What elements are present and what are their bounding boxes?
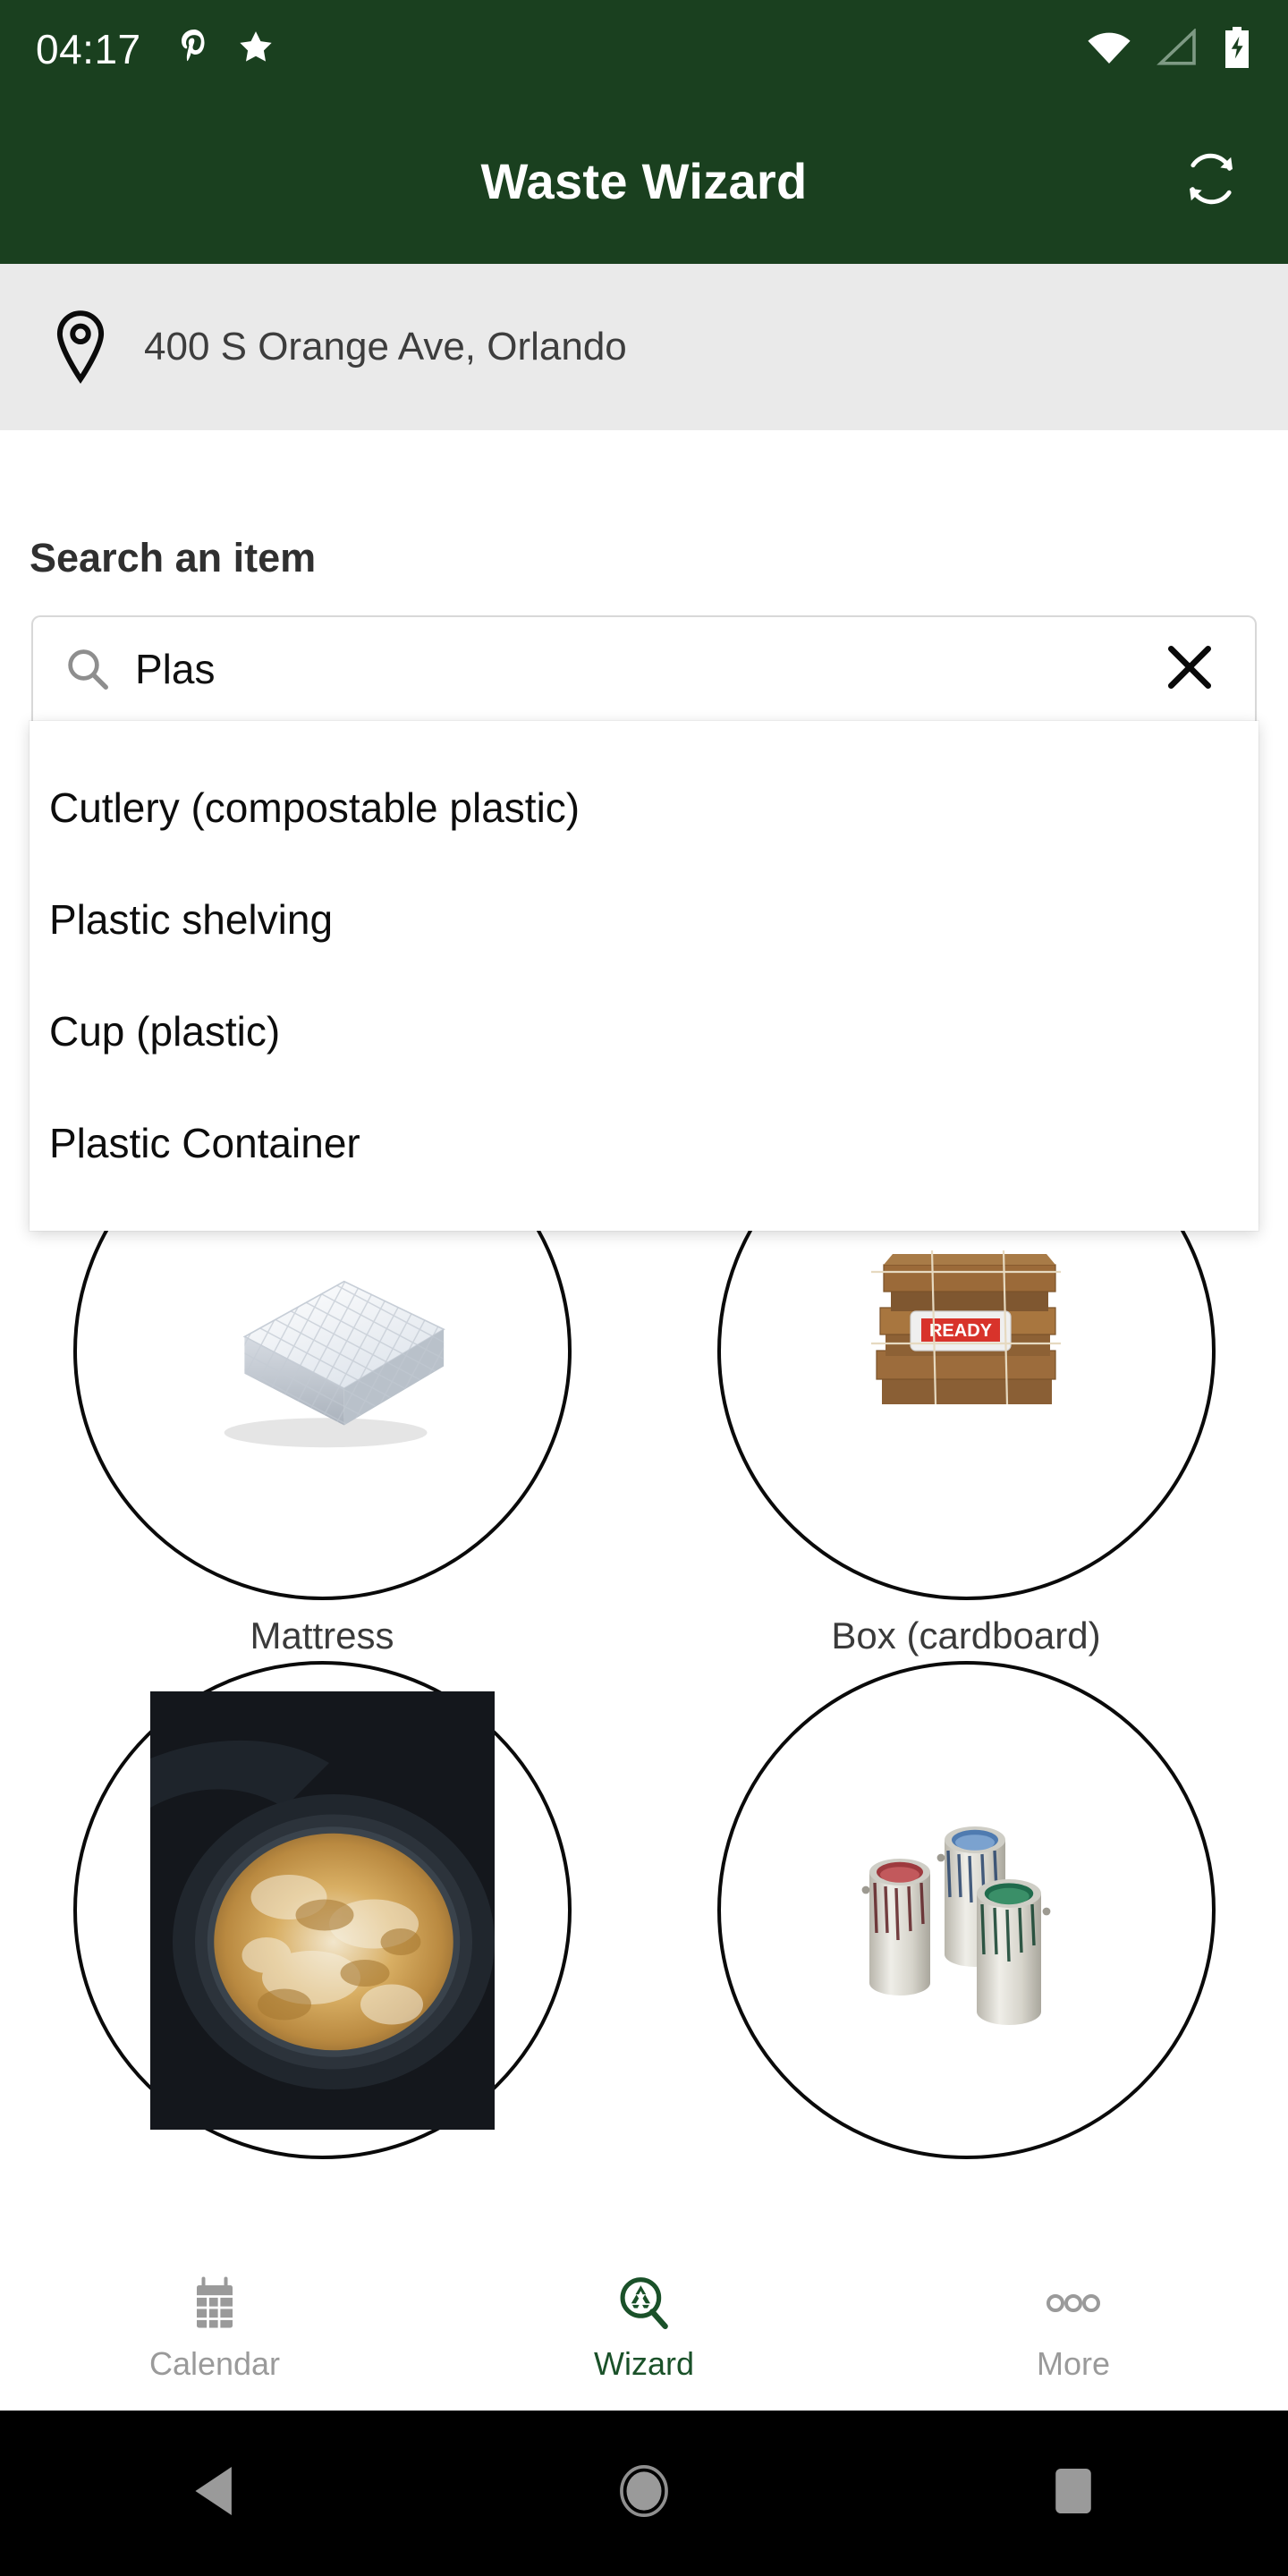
nav-tab-calendar[interactable]: Calendar xyxy=(0,2274,429,2383)
mattress-thumbnail xyxy=(174,1240,470,1463)
system-recents-button[interactable] xyxy=(859,2465,1288,2521)
status-bar-notification-icons xyxy=(177,28,275,72)
cardboard-box-thumbnail: READY xyxy=(832,1240,1100,1463)
system-home-button[interactable] xyxy=(429,2463,859,2523)
cooking-grease-pan-thumbnail xyxy=(149,1690,495,2130)
grid-item-label: Box (cardboard) xyxy=(831,1614,1101,1657)
item-grid: Mattress READY Box (cardboard) xyxy=(0,1102,1288,2220)
calendar-icon xyxy=(190,2274,240,2333)
app-bar: Waste Wizard xyxy=(0,98,1288,264)
suggestion-item[interactable]: Plastic shelving xyxy=(30,863,1258,975)
cellular-signal-icon xyxy=(1156,27,1199,71)
search-input[interactable]: Plas xyxy=(135,645,1155,693)
paint-cans-thumbnail xyxy=(823,1790,1109,2031)
page-title: Waste Wizard xyxy=(480,153,808,209)
suggestion-item[interactable]: Plastic Container xyxy=(30,1087,1258,1199)
grid-item-label: Mattress xyxy=(250,1614,394,1657)
system-navigation-bar xyxy=(0,2411,1288,2576)
grid-item-cooking-grease[interactable] xyxy=(0,1661,644,2174)
item-circle xyxy=(72,1661,572,2159)
suggestion-item[interactable]: Cutlery (compostable plastic) xyxy=(30,751,1258,863)
status-bar: 04:17 xyxy=(0,0,1288,98)
nav-tab-wizard[interactable]: Wizard xyxy=(429,2274,859,2383)
refresh-icon xyxy=(1183,151,1239,211)
back-icon xyxy=(191,2463,239,2523)
search-suggestions-dropdown: Cutlery (compostable plastic) Plastic sh… xyxy=(30,721,1258,1231)
nav-tab-label: Wizard xyxy=(593,2344,694,2382)
close-icon xyxy=(1162,640,1217,699)
item-thumbnail-wrapper xyxy=(716,1661,1216,2159)
more-dots-icon xyxy=(1046,2274,1100,2333)
refresh-button[interactable] xyxy=(1170,140,1252,223)
nav-tab-label: More xyxy=(1036,2344,1111,2382)
item-circle xyxy=(716,1661,1216,2159)
search-section-label: Search an item xyxy=(30,535,317,580)
search-icon xyxy=(64,645,112,693)
search-field[interactable]: Plas xyxy=(31,615,1257,721)
recents-icon xyxy=(1052,2465,1095,2521)
recycle-search-icon xyxy=(618,2274,670,2333)
clear-search-button[interactable] xyxy=(1155,632,1224,707)
star-icon xyxy=(236,29,275,71)
svg-text:READY: READY xyxy=(929,1321,993,1341)
location-bar[interactable]: 400 S Orange Ave, Orlando xyxy=(0,264,1288,430)
system-back-button[interactable] xyxy=(0,2463,429,2523)
item-thumbnail-wrapper xyxy=(72,1661,572,2159)
nav-tab-more[interactable]: More xyxy=(859,2274,1288,2383)
status-bar-clock: 04:17 xyxy=(36,26,141,72)
home-icon xyxy=(618,2463,670,2523)
wifi-icon xyxy=(1086,29,1132,71)
status-bar-system-icons xyxy=(1086,26,1252,72)
location-address: 400 S Orange Ave, Orlando xyxy=(144,325,627,369)
battery-charging-icon xyxy=(1222,26,1252,72)
nav-tab-label: Calendar xyxy=(148,2344,281,2382)
bottom-navigation: Calendar Wizard More xyxy=(0,2245,1288,2411)
app-screen: 04:17 Waste Wizard 400 S Orange Ave, Orl… xyxy=(0,0,1288,2576)
grid-item-paint-cans[interactable] xyxy=(644,1661,1288,2174)
location-pin-icon xyxy=(49,309,112,385)
pinterest-icon xyxy=(177,28,213,72)
suggestion-item[interactable]: Cup (plastic) xyxy=(30,975,1258,1087)
